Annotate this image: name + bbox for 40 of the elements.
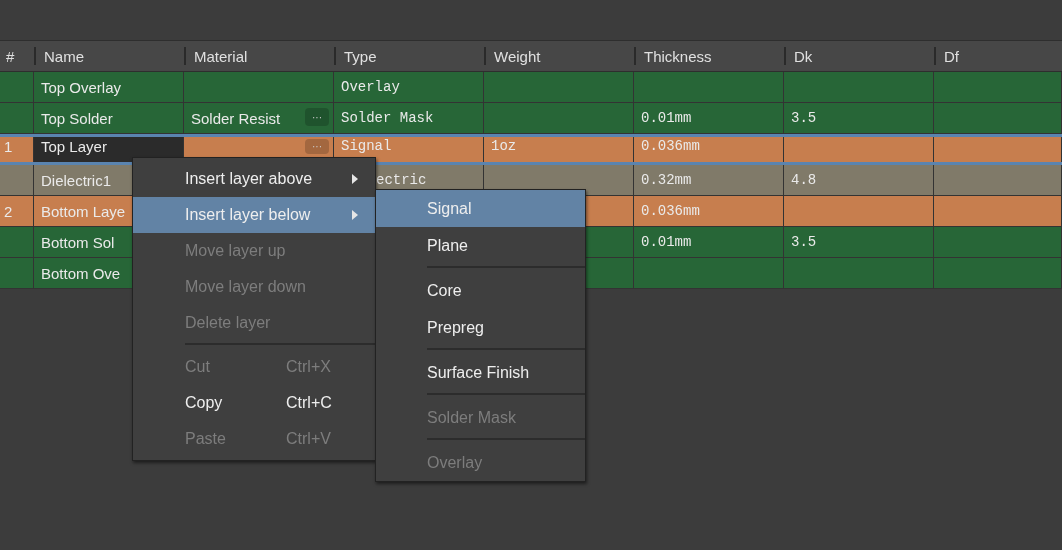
column-header[interactable]: # — [0, 47, 34, 65]
table-cell: 0.01mm — [641, 110, 692, 126]
table-cell: 0.01mm — [641, 234, 692, 250]
column-header[interactable]: Name — [34, 47, 184, 65]
table-cell: Top Layer — [41, 138, 107, 155]
table-cell: 0.036mm — [641, 138, 700, 154]
table-cell: Solder Resist — [191, 109, 281, 127]
menu-item[interactable]: Plane — [376, 227, 585, 264]
table-cell: Overlay — [341, 79, 400, 95]
table-cell: 2 — [4, 202, 13, 220]
table-cell: Signal — [341, 138, 392, 154]
column-header[interactable]: Material — [184, 47, 334, 65]
table-cell: 4.8 — [791, 172, 817, 188]
column-header[interactable]: Thickness — [634, 47, 784, 65]
table-cell: Bottom Sol — [41, 233, 115, 251]
table-cell: Bottom Ove — [41, 264, 121, 282]
table-row[interactable]: Top Overlay Overlay — [0, 72, 1062, 103]
menu-item[interactable]: Prepreg — [376, 309, 585, 346]
table-row[interactable]: Top Solder Solder Resist ··· Solder Mask 0.01mm 3.5 — [0, 103, 1062, 134]
column-header[interactable]: Df — [934, 47, 1062, 65]
table-cell: Top Overlay — [41, 78, 122, 96]
menu-item[interactable]: Core — [376, 272, 585, 309]
table-cell: 0.32mm — [641, 172, 692, 188]
menu-item[interactable]: Surface Finish — [376, 354, 585, 391]
column-header[interactable]: Weight — [484, 47, 634, 65]
table-cell: Solder Mask — [341, 110, 434, 126]
table-cell: ectric — [376, 172, 427, 188]
table-cell: 3.5 — [791, 110, 817, 126]
table-cell: Bottom Laye — [41, 202, 126, 220]
table-cell: 3.5 — [791, 234, 817, 250]
table-cell: 1 — [4, 138, 13, 155]
column-header[interactable]: Dk — [784, 47, 934, 65]
table-cell: 1oz — [491, 138, 517, 154]
table-row[interactable]: 1 Top Layer ··· Signal 1oz 0.036mm — [0, 134, 1062, 165]
table-cell: Dielectric1 — [41, 171, 112, 189]
table-cell: Top Solder — [41, 109, 113, 127]
table-cell: 0.036mm — [641, 203, 700, 219]
menu-item[interactable]: Copy Ctrl+C — [133, 385, 375, 421]
browse-button[interactable]: ··· — [305, 108, 329, 126]
column-header[interactable]: Type — [334, 47, 484, 65]
